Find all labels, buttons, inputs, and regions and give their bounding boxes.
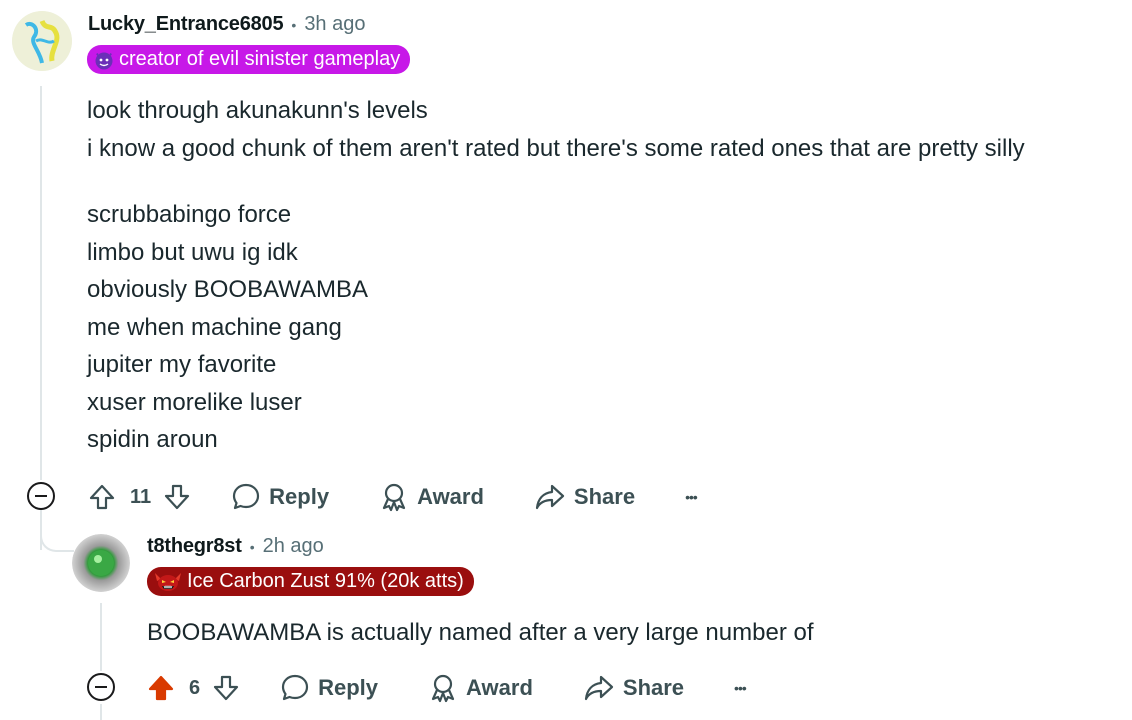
award-button[interactable]: Award (428, 673, 533, 703)
flair-text: creator of evil sinister gameplay (119, 48, 401, 70)
comment-header: t8thegr8st • 2h ago (147, 535, 324, 558)
flair-text: Ice Carbon Zust 91% (20k atts) (187, 570, 464, 592)
share-icon (583, 673, 615, 703)
share-label: Share (622, 675, 685, 700)
upvote-icon[interactable] (88, 483, 116, 511)
collapse-thread-button[interactable] (87, 673, 115, 701)
body-line: me when machine gang (87, 313, 342, 341)
award-icon (428, 673, 458, 703)
award-label: Award (466, 675, 533, 700)
share-button[interactable]: Share (534, 482, 635, 512)
more-options-icon[interactable]: ••• (734, 680, 747, 696)
separator: • (291, 16, 297, 33)
comment-bubble-icon (231, 482, 261, 512)
separator: • (249, 538, 255, 555)
demon-face-icon (153, 571, 183, 593)
username[interactable]: t8thegr8st (147, 535, 242, 558)
body-line: obviously BOOBAWAMBA (87, 276, 368, 303)
action-bar: 6 Reply Award Share ••• (147, 670, 747, 706)
award-icon (379, 482, 409, 512)
reply-button[interactable]: Reply (231, 482, 329, 512)
share-button[interactable]: Share (583, 673, 684, 703)
upvote-icon-active[interactable] (147, 674, 175, 702)
body-line: BOOBAWAMBA is actually named after a ver… (147, 619, 814, 646)
avatar[interactable] (12, 11, 72, 71)
devil-emoji-icon (93, 49, 115, 71)
avatar[interactable] (72, 534, 130, 592)
reply-button[interactable]: Reply (280, 673, 378, 703)
collapse-thread-button[interactable] (27, 482, 55, 510)
thread-line-main (40, 86, 42, 480)
more-options-icon[interactable]: ••• (685, 489, 698, 505)
timestamp[interactable]: 3h ago (304, 13, 365, 36)
user-flair: creator of evil sinister gameplay (87, 45, 411, 74)
body-line: xuser morelike luser (87, 388, 302, 416)
body-line: spidin aroun (87, 426, 218, 453)
reply-label: Reply (318, 675, 379, 700)
vote-count: 11 (130, 485, 152, 508)
vote-count: 6 (189, 676, 201, 699)
body-line: limbo but uwu ig idk (87, 238, 298, 266)
share-label: Share (573, 484, 636, 509)
body-line-blank (87, 167, 1132, 196)
award-label: Award (417, 484, 484, 509)
comment-bubble-icon (280, 673, 310, 703)
thread-line-child (100, 603, 102, 671)
timestamp[interactable]: 2h ago (263, 535, 324, 558)
user-flair: Ice Carbon Zust 91% (20k atts) (147, 567, 474, 596)
downvote-icon[interactable] (163, 483, 191, 511)
action-bar: 11 Reply Award Share ••• (88, 479, 698, 515)
body-line: scrubbabingo force (87, 201, 292, 228)
thread-branch-curve (40, 520, 74, 552)
body-line: jupiter my favorite (87, 351, 277, 378)
award-button[interactable]: Award (379, 482, 484, 512)
share-icon (534, 482, 566, 512)
comment-body: BOOBAWAMBA is actually named after a ver… (147, 614, 1127, 652)
body-line: look through akunakunn's levels (87, 97, 428, 124)
username[interactable]: Lucky_Entrance6805 (88, 13, 284, 36)
comment-header: Lucky_Entrance6805 • 3h ago (88, 13, 365, 36)
thread-line-child-bottom (100, 704, 102, 720)
reply-label: Reply (269, 484, 330, 509)
body-line: i know a good chunk of them aren't rated… (87, 134, 1025, 162)
comment-body: look through akunakunn's levels i know a… (87, 92, 1132, 459)
downvote-icon[interactable] (212, 674, 240, 702)
